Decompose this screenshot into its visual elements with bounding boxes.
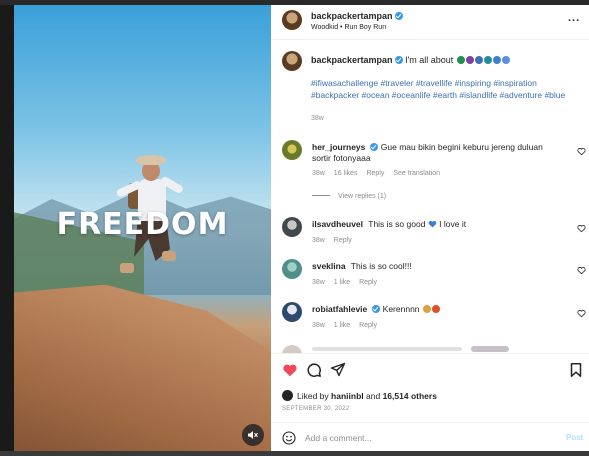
caption-age: 38w <box>311 115 324 122</box>
verified-badge-icon <box>394 56 403 64</box>
emoji-smile-icon[interactable] <box>282 431 296 445</box>
media-overlay-text: FREEDOM <box>56 207 229 242</box>
comment-age: 38w <box>312 237 325 244</box>
comment-body: This is so cool!!! <box>350 261 412 271</box>
verified-badge-icon <box>370 143 379 151</box>
likes-summary[interactable]: Liked by haniinbl and 16,514 others <box>282 390 437 401</box>
blue-heart-emoji-icon <box>428 220 437 228</box>
likes-prefix: Liked by <box>297 391 329 401</box>
view-replies-button[interactable]: View replies (1) <box>312 193 386 200</box>
comment-age: 38w <box>312 279 325 286</box>
next-comment-peek <box>271 343 589 353</box>
comment-body-after: I love it <box>439 219 467 229</box>
commenter-avatar[interactable] <box>282 217 302 237</box>
caption-emoji-icon <box>456 56 465 64</box>
like-heart-icon[interactable] <box>282 362 298 378</box>
commenter-username[interactable]: ilsavdheuvel <box>312 219 363 229</box>
comment-text: robiatfahlevie Kerennnn <box>312 304 557 315</box>
mute-button[interactable] <box>242 424 264 446</box>
comment-age: 38w <box>312 322 325 329</box>
view-replies-label[interactable]: View replies (1) <box>338 193 386 200</box>
caption-emoji-icon <box>474 56 483 64</box>
caption-hashtags[interactable]: #ifiwasachallenge #traveler #travellife … <box>311 77 573 101</box>
liker-avatar <box>282 390 293 401</box>
comment-likes[interactable]: 16 likes <box>334 170 358 177</box>
commenter-avatar[interactable] <box>282 140 302 160</box>
likes-others-count[interactable]: 16,514 others <box>383 391 437 401</box>
liker-username[interactable]: haniinbl <box>331 391 364 401</box>
author-avatar[interactable] <box>282 10 302 30</box>
verified-badge-icon <box>394 12 403 20</box>
caption-emojis <box>456 55 510 65</box>
emoji-peek <box>471 346 509 352</box>
comment-like-heart-icon[interactable] <box>577 266 586 275</box>
comment-likes[interactable]: 1 like <box>334 322 350 329</box>
fire-emoji-icon <box>431 305 440 313</box>
person-hat <box>136 155 166 165</box>
caption-emoji-icon <box>465 56 474 64</box>
caption-text: I'm all about <box>405 55 454 65</box>
commenter-avatar[interactable] <box>282 302 302 322</box>
comment-text: her_journeys Gue mau bikin begini keburu… <box>312 142 557 164</box>
comment-like-heart-icon[interactable] <box>577 224 586 233</box>
comment-reply-button[interactable]: Reply <box>359 279 377 286</box>
caption-emoji-icon <box>492 56 501 64</box>
caption-emoji-icon <box>483 56 492 64</box>
post-comment-button[interactable]: Post <box>566 433 583 442</box>
post-date: SEPTEMBER 30, 2022 <box>282 406 350 412</box>
comment-reply-button[interactable]: Reply <box>359 322 377 329</box>
comment-like-heart-icon[interactable] <box>577 147 586 156</box>
comment-age: 38w <box>312 170 325 177</box>
music-label[interactable]: Woodkid • Run Boy Run <box>311 24 386 31</box>
see-translation-link[interactable]: See translation <box>393 170 440 177</box>
comment-text: ilsavdheuvel This is so good I love it <box>312 219 557 230</box>
verified-badge-icon <box>372 305 381 313</box>
post-header: backpackertampan Woodkid • Run Boy Run .… <box>271 5 589 40</box>
caption-username[interactable]: backpackertampan <box>311 55 393 65</box>
praying-emoji-icon <box>422 305 431 313</box>
comment-like-heart-icon[interactable] <box>577 309 586 318</box>
comment-text: sveklina This is so cool!!! <box>312 261 557 272</box>
comment-reply-button[interactable]: Reply <box>334 237 352 244</box>
comment-meta: 38w 1 like Reply <box>312 279 384 286</box>
likes-joiner: and <box>366 391 381 401</box>
caption-avatar[interactable] <box>282 51 302 71</box>
comment-reply-button[interactable]: Reply <box>366 170 384 177</box>
person-boot-left <box>120 263 134 273</box>
author-username[interactable]: backpackertampan <box>311 11 403 21</box>
speaker-muted-icon <box>248 431 258 439</box>
frame-bottom-edge <box>0 451 589 456</box>
comment-bubble-icon[interactable] <box>306 362 322 378</box>
post-panel: backpackertampan Woodkid • Run Boy Run .… <box>271 5 589 451</box>
comment-input[interactable] <box>305 430 545 446</box>
comment-body: Kerennnn <box>382 304 420 314</box>
author-username-text[interactable]: backpackertampan <box>311 11 393 21</box>
post-media[interactable]: FREEDOM <box>14 5 271 451</box>
post-actions: Liked by haniinbl and 16,514 others SEPT… <box>271 353 589 451</box>
more-options-icon[interactable]: ... <box>568 12 580 24</box>
bookmark-icon[interactable] <box>568 362 584 378</box>
commenter-username[interactable]: her_journeys <box>312 142 365 152</box>
comment-meta: 38w Reply <box>312 237 359 244</box>
commenter-avatar[interactable] <box>282 259 302 279</box>
add-comment-bar: Post <box>271 422 589 452</box>
caption-emoji-icon <box>501 56 510 64</box>
person-boot-right <box>162 251 176 261</box>
comment-body: This is so good <box>368 219 426 229</box>
share-paper-plane-icon[interactable] <box>330 362 346 378</box>
commenter-username[interactable]: sveklina <box>312 261 346 271</box>
commenter-username[interactable]: robiatfahlevie <box>312 304 367 314</box>
comment-meta: 38w 16 likes Reply See translation <box>312 170 447 177</box>
view-replies-dash <box>312 195 330 196</box>
caption-line: backpackertampan I'm all about <box>311 55 510 65</box>
comment-meta: 38w 1 like Reply <box>312 322 384 329</box>
commenter-avatar <box>282 345 302 353</box>
comment-text-peek <box>312 347 462 351</box>
comment-likes[interactable]: 1 like <box>334 279 350 286</box>
